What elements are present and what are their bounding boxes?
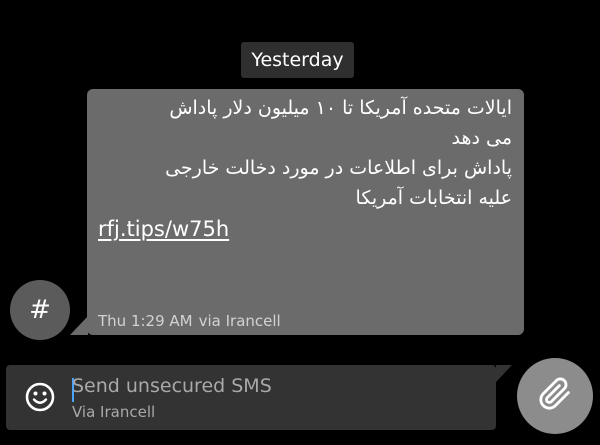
smiley-icon[interactable]: [24, 381, 56, 413]
message-link[interactable]: rfj.tips/w75h: [98, 217, 229, 241]
attach-button[interactable]: [517, 358, 593, 434]
message-time: Thu 1:29 AM: [98, 312, 193, 330]
message-bubble[interactable]: ایالات متحده آمریکا تا ۱۰ میلیون دلار پا…: [87, 89, 524, 335]
message-line: پاداش برای اطلاعات در مورد دخالت خارجی: [165, 157, 512, 179]
message-carrier: via Irancell: [198, 312, 281, 330]
sms-carrier-label: Via Irancell: [72, 403, 156, 421]
message-composer: Send unsecured SMS Via Irancell: [6, 365, 496, 430]
message-line: می دهد: [451, 127, 512, 149]
message-body: ایالات متحده آمریکا تا ۱۰ میلیون دلار پا…: [102, 93, 512, 213]
paperclip-icon: [538, 377, 572, 415]
date-separator: Yesterday: [241, 42, 354, 78]
message-meta: Thu 1:29 AM via Irancell: [98, 312, 281, 330]
sms-input[interactable]: Send unsecured SMS: [72, 375, 482, 397]
message-bubble-tail: [70, 316, 88, 335]
composer-tail: [496, 365, 512, 382]
avatar-glyph: #: [29, 295, 51, 325]
date-separator-label: Yesterday: [251, 49, 344, 71]
message-line: علیه انتخابات آمریکا: [355, 187, 512, 209]
message-line: ایالات متحده آمریکا تا ۱۰ میلیون دلار پا…: [169, 97, 512, 119]
sender-avatar[interactable]: #: [10, 280, 70, 340]
